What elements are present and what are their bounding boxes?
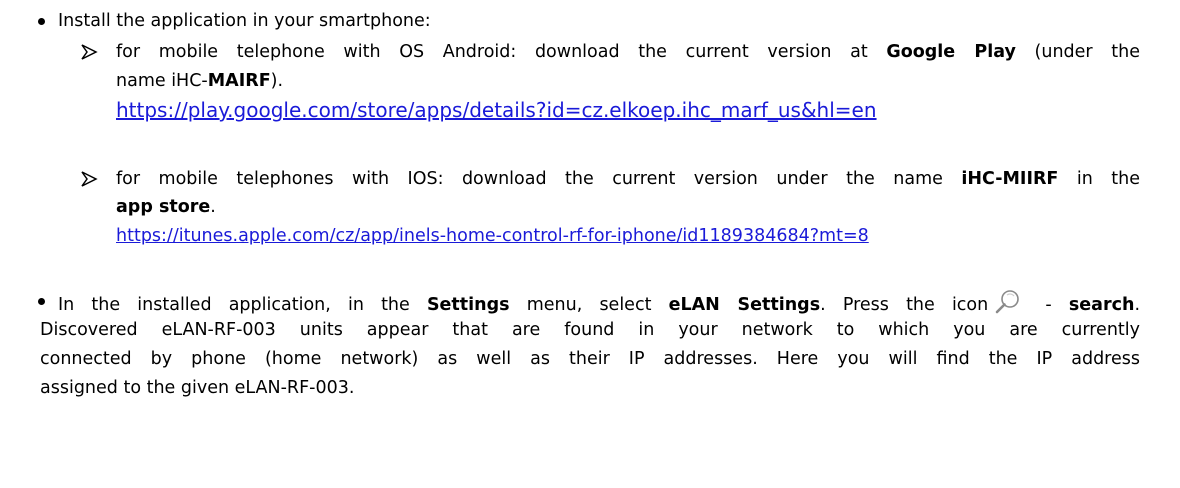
document: Install the application in your smartpho… — [0, 0, 1180, 488]
android-line-1: for mobile telephone with OS Android: do… — [116, 40, 1140, 64]
app-store-link[interactable]: https://itunes.apple.com/cz/app/inels-ho… — [116, 226, 869, 246]
android-link-row: https://play.google.com/store/apps/detai… — [116, 98, 877, 124]
settings-t1: In the installed application, in the — [58, 295, 427, 315]
ios-text-before: for mobile telephones with IOS: download… — [116, 169, 962, 189]
android-text-before: for mobile telephone with OS Android: do… — [116, 42, 887, 62]
android-text-after: (under the — [1015, 42, 1140, 62]
settings-line-4: assigned to the given eLAN-RF-003. — [40, 378, 355, 398]
android-line-2: name iHC-MAIRF). — [116, 69, 283, 93]
android-line2-prefix: name iHC- — [116, 71, 208, 91]
install-intro: Install the application in your smartpho… — [58, 11, 431, 31]
ios-app-name: iHC-MIIRF — [961, 169, 1059, 189]
google-play-name: Google Play — [886, 42, 1016, 62]
bullet-2 — [38, 298, 45, 305]
android-app-name: MAIRF — [207, 71, 271, 91]
google-play-link[interactable]: https://play.google.com/store/apps/detai… — [116, 98, 877, 122]
bullet-1 — [38, 18, 45, 25]
android-line2-suffix: ). — [270, 71, 284, 91]
settings-line-2: Discovered eLAN-RF-003 units appear that… — [40, 320, 1140, 340]
arrow-bullet-icon — [81, 171, 98, 187]
settings-t5: . — [1134, 295, 1141, 315]
elan-settings-name: eLAN Settings — [668, 295, 821, 315]
settings-t4: - — [1028, 295, 1069, 315]
settings-line-1: In the installed application, in the Set… — [58, 288, 1140, 317]
search-icon — [995, 290, 1020, 314]
settings-line-3: connected by phone (home network) as wel… — [40, 349, 1140, 369]
ios-line-1: for mobile telephones with IOS: download… — [116, 167, 1140, 191]
ios-store-suffix: . — [210, 197, 216, 217]
settings-menu-name: Settings — [426, 295, 510, 315]
app-store-name: app store — [116, 197, 211, 217]
search-word: search — [1068, 295, 1135, 315]
settings-t3: . Press the icon — [820, 295, 989, 315]
ios-line-2: app store. — [116, 195, 216, 219]
ios-link-row: https://itunes.apple.com/cz/app/inels-ho… — [116, 224, 869, 248]
ios-text-after: in the — [1058, 169, 1140, 189]
settings-t2: menu, select — [509, 295, 669, 315]
arrow-bullet-icon — [81, 44, 98, 60]
